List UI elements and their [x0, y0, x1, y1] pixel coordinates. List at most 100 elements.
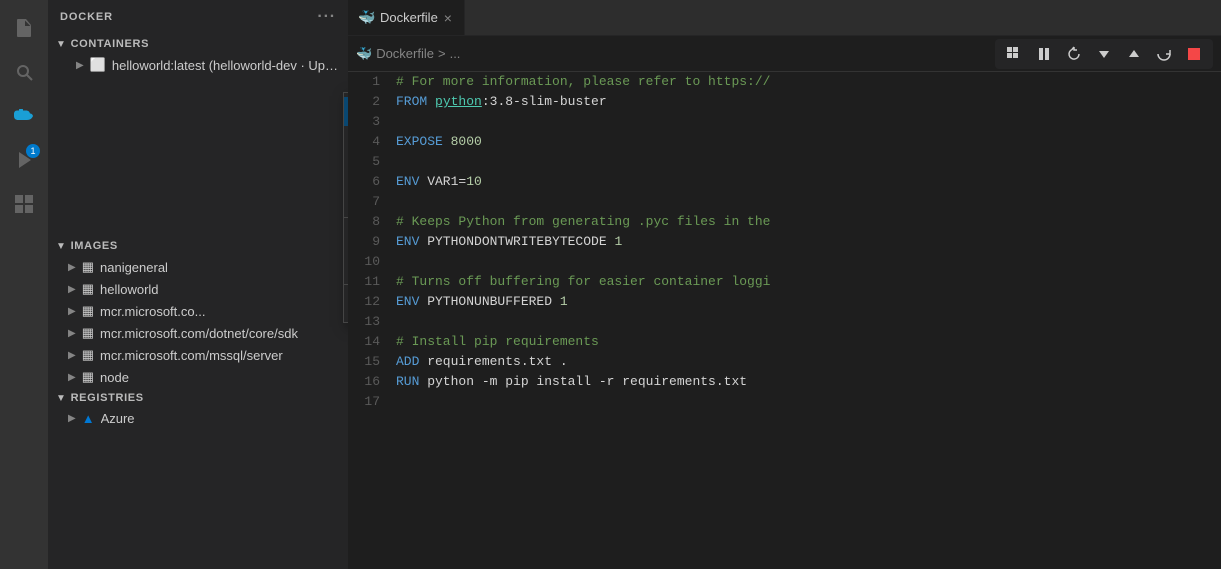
- code-line-10: [396, 252, 1213, 272]
- image-item-mcr3[interactable]: ▶ ▦ mcr.microsoft.com/mssql/server: [48, 344, 348, 366]
- image-expand-arrow: ▶: [68, 262, 76, 273]
- code-line-3: [396, 112, 1213, 132]
- azure-expand-arrow: ▶: [68, 413, 76, 424]
- code-content: # For more information, please refer to …: [388, 72, 1221, 569]
- breadcrumb-docker-icon: 🐳: [356, 46, 372, 62]
- tab-docker-icon: 🐳: [360, 11, 374, 25]
- menu-item-attach-shell[interactable]: Attach Shell: [344, 126, 348, 155]
- code-line-1: # For more information, please refer to …: [396, 72, 1213, 92]
- code-line-12: ENV PYTHONUNBUFFERED 1: [396, 292, 1213, 312]
- menu-item-inspect[interactable]: Inspect: [344, 155, 348, 184]
- image-expand-arrow-5: ▶: [68, 350, 76, 361]
- image-name-6: node: [100, 370, 129, 385]
- grid-button[interactable]: [1003, 43, 1025, 65]
- azure-name: Azure: [101, 411, 135, 426]
- line-numbers: 12345 678910 1112131415 1617: [348, 72, 388, 569]
- containers-section[interactable]: ▼ CONTAINERS: [48, 34, 348, 54]
- breadcrumb: 🐳 Dockerfile > ...: [356, 46, 991, 62]
- sidebar-more-button[interactable]: ···: [317, 8, 336, 26]
- image-icon-5: ▦: [82, 347, 94, 363]
- code-line-9: ENV PYTHONDONTWRITEBYTECODE 1: [396, 232, 1213, 252]
- image-item-helloworld[interactable]: ▶ ▦ helloworld: [48, 278, 348, 300]
- image-icon-3: ▦: [82, 303, 94, 319]
- azure-icon: ▲: [82, 411, 95, 426]
- stop-button[interactable]: [1183, 43, 1205, 65]
- code-line-14: # Install pip requirements: [396, 332, 1213, 352]
- menu-divider-1: [344, 217, 348, 218]
- dockerfile-tab[interactable]: 🐳 Dockerfile ×: [348, 0, 465, 35]
- container-item-helloworld[interactable]: ▶ ⬜ helloworld:latest (helloworld-dev · …: [48, 54, 348, 76]
- code-line-17: [396, 392, 1213, 412]
- image-name: nanigeneral: [100, 260, 168, 275]
- image-name-2: helloworld: [100, 282, 159, 297]
- menu-item-stop[interactable]: Stop: [344, 222, 348, 251]
- tab-title: Dockerfile: [380, 10, 438, 25]
- activity-bar: 1: [0, 0, 48, 569]
- restart-button[interactable]: [1063, 43, 1085, 65]
- menu-item-view-logs[interactable]: View Logs: [344, 97, 348, 126]
- image-expand-arrow-4: ▶: [68, 328, 76, 339]
- image-item-mcr1[interactable]: ▶ ▦ mcr.microsoft.co...: [48, 300, 348, 322]
- container-icon: ⬜: [90, 57, 106, 73]
- down-button[interactable]: [1093, 43, 1115, 65]
- code-line-16: RUN python -m pip install -r requirement…: [396, 372, 1213, 392]
- pause-button[interactable]: [1033, 43, 1055, 65]
- containers-label: CONTAINERS: [71, 38, 150, 50]
- refresh-button[interactable]: [1153, 43, 1175, 65]
- sidebar-header: DOCKER ···: [48, 0, 348, 34]
- up-button[interactable]: [1123, 43, 1145, 65]
- editor-toolbar: 🐳 Dockerfile > ...: [348, 36, 1221, 72]
- image-icon: ▦: [82, 259, 94, 275]
- code-line-11: # Turns off buffering for easier contain…: [396, 272, 1213, 292]
- toolbar-actions: [995, 39, 1213, 69]
- run-debug-icon[interactable]: 1: [4, 140, 44, 180]
- breadcrumb-child: ...: [450, 46, 461, 61]
- breadcrumb-root: Dockerfile: [376, 46, 434, 61]
- files-icon[interactable]: [4, 8, 44, 48]
- registries-section[interactable]: ▼ REGISTRIES: [48, 388, 348, 408]
- menu-item-restart[interactable]: Restart: [344, 251, 348, 280]
- image-icon-6: ▦: [82, 369, 94, 385]
- code-line-8: # Keeps Python from generating .pyc file…: [396, 212, 1213, 232]
- image-expand-arrow-3: ▶: [68, 306, 76, 317]
- search-icon[interactable]: [4, 52, 44, 92]
- code-line-15: ADD requirements.txt .: [396, 352, 1213, 372]
- images-label: IMAGES: [71, 240, 118, 252]
- registries-label: REGISTRIES: [71, 392, 144, 404]
- image-item-nanigeneral[interactable]: ▶ ▦ nanigeneral: [48, 256, 348, 278]
- image-icon-2: ▦: [82, 281, 94, 297]
- menu-item-open-browser[interactable]: Open in Browser: [344, 184, 348, 213]
- image-name-4: mcr.microsoft.com/dotnet/core/sdk: [100, 326, 298, 341]
- tab-close-button[interactable]: ×: [444, 10, 452, 26]
- image-expand-arrow-2: ▶: [68, 284, 76, 295]
- menu-divider-2: [344, 284, 348, 285]
- containers-chevron: ▼: [56, 39, 67, 50]
- breadcrumb-sep: >: [438, 46, 446, 61]
- menu-item-remove[interactable]: Remove...: [344, 289, 348, 318]
- image-icon-4: ▦: [82, 325, 94, 341]
- image-item-node[interactable]: ▶ ▦ node: [48, 366, 348, 388]
- code-line-2: FROM python:3.8-slim-buster: [396, 92, 1213, 112]
- container-expand-arrow: ▶: [76, 60, 84, 71]
- tab-bar: 🐳 Dockerfile ×: [348, 0, 1221, 36]
- container-name: helloworld:latest (helloworld-dev · Up 2…: [112, 58, 340, 73]
- sidebar-title: DOCKER: [60, 11, 113, 23]
- code-line-6: ENV VAR1=10: [396, 172, 1213, 192]
- docker-sidebar-icon[interactable]: [4, 96, 44, 136]
- registries-chevron: ▼: [56, 393, 67, 404]
- image-name-3: mcr.microsoft.co...: [100, 304, 205, 319]
- code-line-7: [396, 192, 1213, 212]
- code-line-5: [396, 152, 1213, 172]
- extensions-icon[interactable]: [4, 184, 44, 224]
- editor-area: 🐳 Dockerfile × 🐳 Dockerfile > ...: [348, 0, 1221, 569]
- images-section[interactable]: ▼ IMAGES: [48, 236, 348, 256]
- sidebar: DOCKER ··· ▼ CONTAINERS ▶ ⬜ helloworld:l…: [48, 0, 348, 569]
- code-line-13: [396, 312, 1213, 332]
- code-area: 12345 678910 1112131415 1617 # For more …: [348, 72, 1221, 569]
- context-menu: View Logs Attach Shell Inspect Open in B…: [343, 92, 348, 323]
- code-line-4: EXPOSE 8000: [396, 132, 1213, 152]
- images-chevron: ▼: [56, 241, 67, 252]
- registry-item-azure[interactable]: ▶ ▲ Azure: [48, 408, 348, 429]
- image-item-mcr2[interactable]: ▶ ▦ mcr.microsoft.com/dotnet/core/sdk: [48, 322, 348, 344]
- image-name-5: mcr.microsoft.com/mssql/server: [100, 348, 283, 363]
